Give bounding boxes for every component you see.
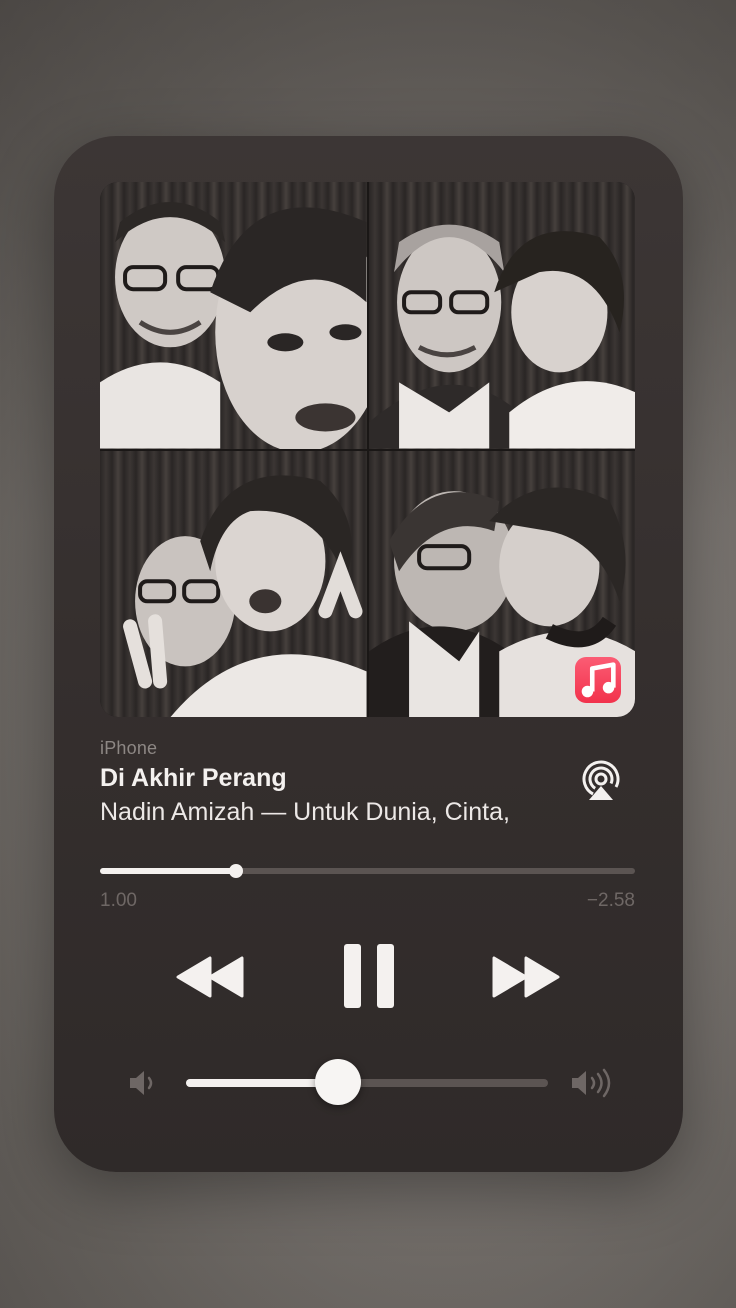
track-artist-album: Nadin Amizah — Untuk Dunia, Cinta, <box>100 798 510 826</box>
now-playing-card: iPhone Di Akhir Perang Nadin Amizah — Un… <box>54 136 683 1172</box>
output-device-label: iPhone <box>100 738 158 758</box>
artwork-photo-2 <box>368 182 635 449</box>
elapsed-time: 1.00 <box>100 890 137 911</box>
rewind-button[interactable] <box>174 954 246 1000</box>
volume-high-icon <box>568 1066 618 1100</box>
volume-slider[interactable] <box>186 1059 548 1105</box>
volume-low-icon <box>126 1066 160 1100</box>
remaining-time: −2.58 <box>586 890 635 911</box>
fast-forward-button[interactable] <box>490 954 562 1000</box>
pause-button[interactable] <box>342 942 396 1010</box>
apple-music-icon <box>575 657 621 703</box>
fast-forward-icon <box>492 956 560 998</box>
artwork-photo-1 <box>100 182 367 449</box>
volume-slider-thumb[interactable] <box>315 1059 362 1105</box>
artwork-photo-4 <box>368 450 635 717</box>
track-title: Di Akhir Perang <box>100 764 287 792</box>
airplay-icon[interactable] <box>580 760 622 802</box>
playback-progress-fill <box>100 868 236 874</box>
pause-icon <box>344 944 394 1008</box>
artwork-photo-3 <box>100 450 367 717</box>
album-artwork[interactable] <box>100 182 635 717</box>
rewind-icon <box>176 956 244 998</box>
playback-progress-bar[interactable] <box>100 864 635 878</box>
playback-scrubber[interactable] <box>228 864 243 878</box>
